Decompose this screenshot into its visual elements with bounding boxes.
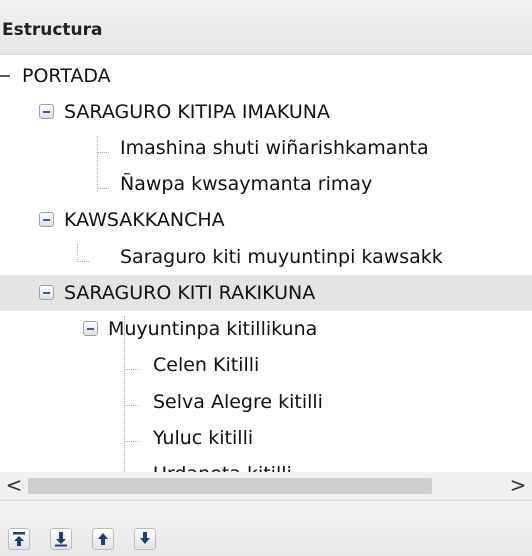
collapse-icon[interactable] — [39, 212, 54, 227]
tree-node-kawsakkancha[interactable]: KAWSAKKANCHA — [0, 202, 532, 238]
move-up-button[interactable] — [92, 528, 114, 550]
tree-node-saraguro-kitipa-imakuna[interactable]: SARAGURO KITIPA IMAKUNA — [0, 94, 532, 130]
panel-title: Estructura — [2, 20, 103, 40]
tree-node-selva-alegre-kitilli[interactable]: Selva Alegre kitilli — [0, 384, 532, 420]
tree-node-label: Celen Kitilli — [153, 354, 260, 376]
scroll-right-button[interactable]: > — [504, 472, 532, 500]
tree-node-portada[interactable]: PORTADA — [0, 58, 532, 94]
tree-node-saraguro-kiti-muyuntinpi[interactable]: Saraguro kiti muyuntinpi kawsakk — [0, 239, 532, 275]
move-to-top-icon — [13, 532, 25, 546]
scroll-left-button[interactable]: < — [0, 472, 28, 500]
move-down-icon — [55, 532, 67, 547]
structure-tree[interactable]: PORTADA SARAGURO KITIPA IMAKUNA Imashina… — [0, 54, 532, 472]
tree-node-label: Yuluc kitilli — [153, 427, 254, 449]
panel-header: Estructura — [0, 0, 532, 55]
move-to-bottom-button[interactable] — [134, 528, 156, 550]
tree-node-label: Imashina shuti wiñarishkamanta — [120, 137, 429, 159]
move-to-top-button[interactable] — [8, 528, 30, 550]
tree-node-label: Ñawpa kwsaymanta rimay — [120, 173, 373, 195]
tree-node-label: Saraguro kiti muyuntinpi kawsakk — [120, 246, 443, 268]
tree-node-label: SARAGURO KITI RAKIKUNA — [64, 282, 316, 304]
move-up-icon — [98, 533, 108, 545]
tree-node-label: Selva Alegre kitilli — [153, 391, 323, 413]
collapse-icon[interactable] — [39, 285, 54, 300]
tree-node-muyuntinpa-kitillikuna[interactable]: Muyuntinpa kitillikuna — [0, 311, 532, 347]
tree-node-label: SARAGURO KITIPA IMAKUNA — [64, 101, 330, 123]
tree-node-urdaneta-kitilli[interactable]: Urdaneta kitilli — [0, 456, 532, 472]
scrollbar-thumb[interactable] — [28, 478, 432, 494]
tree-node-celen-kitilli[interactable]: Celen Kitilli — [0, 347, 532, 383]
tree-node-yuluc-kitilli[interactable]: Yuluc kitilli — [0, 420, 532, 456]
tree-node-label: KAWSAKKANCHA — [64, 209, 225, 231]
horizontal-scrollbar[interactable]: < > — [0, 472, 532, 500]
move-down-button[interactable] — [50, 528, 72, 550]
tree-node-imashina-shuti[interactable]: Imashina shuti wiñarishkamanta — [0, 130, 532, 166]
tree-node-saraguro-kiti-rakikuna[interactable]: SARAGURO KITI RAKIKUNA — [0, 275, 532, 311]
tree-node-label: Muyuntinpa kitillikuna — [108, 318, 318, 340]
reorder-toolbar — [0, 500, 532, 556]
tree-node-label: PORTADA — [22, 65, 111, 87]
collapse-icon[interactable] — [83, 321, 98, 336]
collapse-icon[interactable] — [39, 104, 54, 119]
collapse-icon[interactable] — [0, 68, 10, 83]
move-to-bottom-icon — [140, 532, 150, 544]
tree-node-nawpa-kwsaymanta[interactable]: Ñawpa kwsaymanta rimay — [0, 166, 532, 202]
tree-node-label: Urdaneta kitilli — [153, 456, 292, 472]
